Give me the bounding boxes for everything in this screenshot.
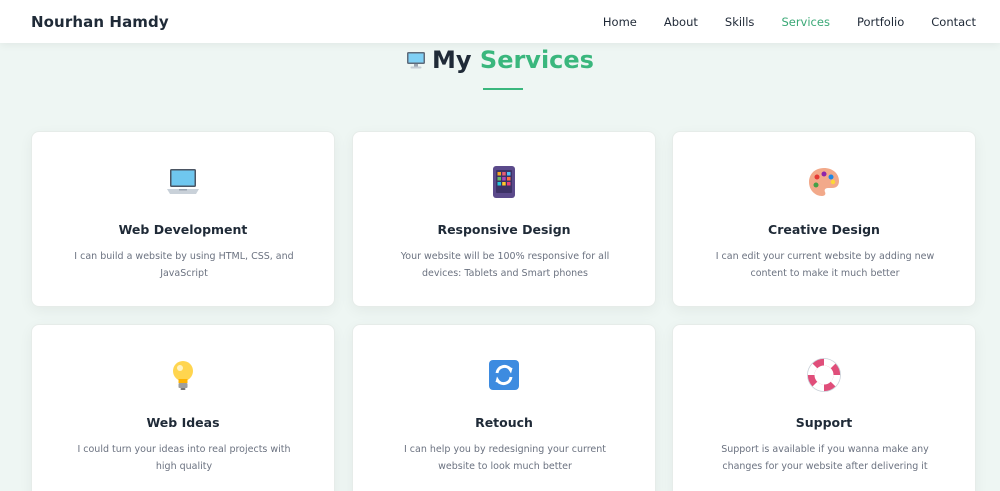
card-title: Support (795, 415, 853, 430)
lightbulb-icon (165, 357, 201, 393)
card-description: Support is available if you wanna make a… (721, 444, 929, 472)
card-description: I can build a website by using HTML, CSS… (74, 251, 294, 279)
nav-link-contact[interactable]: Contact (931, 15, 976, 29)
card-description: Your website will be 100% responsive for… (400, 251, 610, 279)
brand-logo-text[interactable]: Nourhan Hamdy (31, 13, 169, 31)
nav-link-home[interactable]: Home (603, 15, 637, 29)
tablet-icon (486, 164, 522, 200)
nav-link-services[interactable]: Services (781, 15, 830, 29)
laptop-icon (165, 164, 201, 200)
palette-icon (806, 164, 842, 200)
card-description: I can help you by redesigning your curre… (403, 444, 607, 472)
nav-link-about[interactable]: About (664, 15, 698, 29)
service-card-web-ideas[interactable]: Web Ideas I could turn your ideas into r… (31, 324, 335, 491)
nav-link-portfolio[interactable]: Portfolio (857, 15, 904, 29)
service-card-support[interactable]: Support Support is available if you wann… (672, 324, 976, 491)
nav-links: Home About Skills Services Portfolio Con… (576, 15, 976, 29)
nav-link-skills[interactable]: Skills (725, 15, 755, 29)
card-title: Web Ideas (146, 415, 220, 430)
section-title-prefix: My (432, 46, 472, 74)
card-title: Retouch (475, 415, 533, 430)
refresh-icon (486, 357, 522, 393)
title-underline (483, 88, 523, 90)
section-title: My Services (0, 46, 1000, 76)
service-card-web-development[interactable]: Web Development I can build a website by… (31, 131, 335, 307)
card-title: Responsive Design (437, 222, 571, 237)
card-title: Web Development (118, 222, 248, 237)
lifebuoy-icon (806, 357, 842, 393)
navbar: Nourhan Hamdy Home About Skills Services… (0, 0, 1000, 43)
service-card-responsive-design[interactable]: Responsive Design Your website will be 1… (352, 131, 656, 307)
service-card-creative-design[interactable]: Creative Design I can edit your current … (672, 131, 976, 307)
card-description: I could turn your ideas into real projec… (77, 444, 291, 472)
computer-icon (406, 48, 426, 76)
card-description: I can edit your current website by addin… (715, 251, 935, 279)
card-title: Creative Design (768, 222, 880, 237)
service-card-retouch[interactable]: Retouch I can help you by redesigning yo… (352, 324, 656, 491)
section-title-accent: Services (479, 46, 594, 74)
